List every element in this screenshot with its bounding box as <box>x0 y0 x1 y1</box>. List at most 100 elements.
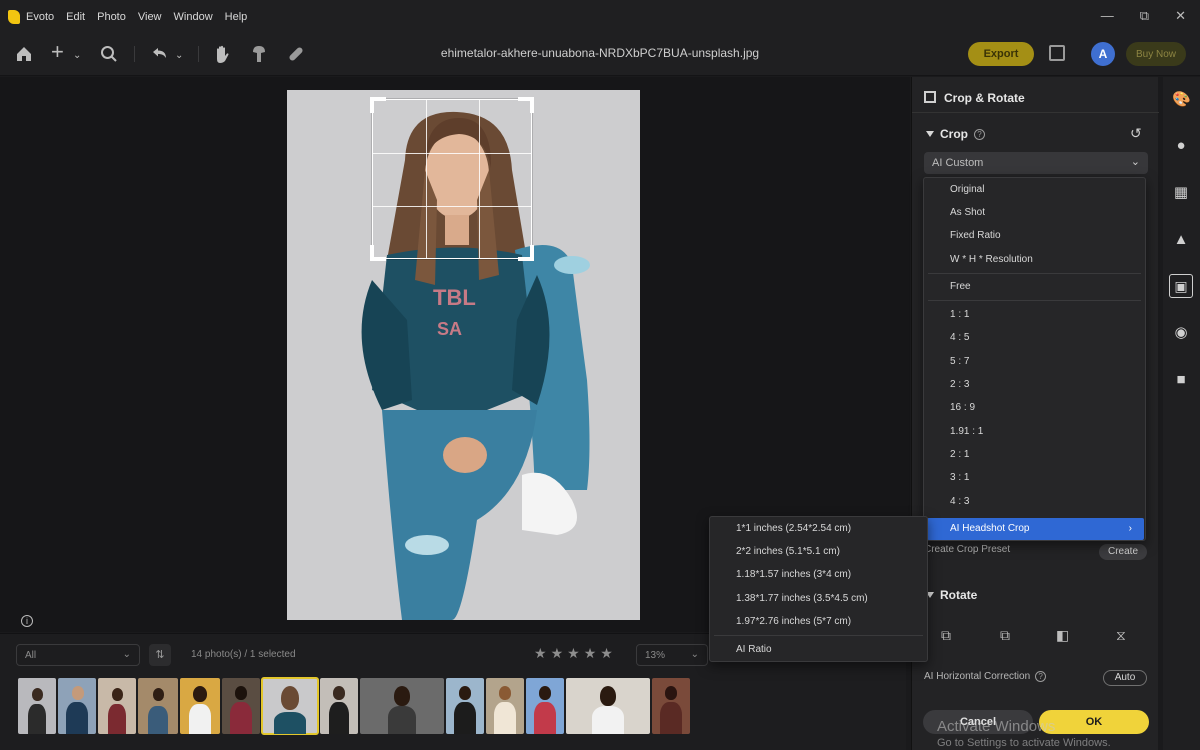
dropdown-item[interactable]: 1.91 : 1 <box>924 421 1145 443</box>
thumbnail[interactable] <box>320 678 358 734</box>
submenu-item[interactable]: AI Ratio <box>710 639 927 661</box>
restore-icon[interactable]: ⧉ <box>1140 8 1149 24</box>
submenu-separator <box>714 635 923 636</box>
face-icon[interactable]: ● <box>1172 137 1190 155</box>
menu-window[interactable]: Window <box>174 11 213 23</box>
export-button[interactable]: Export <box>968 42 1034 66</box>
star-icon[interactable]: ★ <box>584 645 597 662</box>
submenu-item[interactable]: 2*2 inches (5.1*5.1 cm) <box>710 541 927 563</box>
dropdown-item[interactable]: 4 : 5 <box>924 327 1145 349</box>
crop-handle-top-left[interactable] <box>370 97 386 113</box>
dropdown-item[interactable]: 1 : 1 <box>924 304 1145 326</box>
submenu-item[interactable]: 1.18*1.57 inches (3*4 cm) <box>710 564 927 586</box>
menu-app-name[interactable]: Evoto <box>26 11 54 23</box>
sort-button[interactable]: ⇅ <box>149 644 171 666</box>
help-icon[interactable]: ? <box>1035 671 1047 682</box>
thumbnail[interactable] <box>98 678 136 734</box>
menu-edit[interactable]: Edit <box>66 11 85 23</box>
dropdown-item[interactable]: 2 : 1 <box>924 444 1145 466</box>
dropdown-item-highlighted[interactable]: AI Headshot Crop › <box>927 518 1144 540</box>
dropdown-item[interactable]: Original <box>924 179 1145 201</box>
crop-box[interactable] <box>370 97 534 261</box>
submenu-item[interactable]: 1*1 inches (2.54*2.54 cm) <box>710 518 927 540</box>
toolbar-separator <box>198 46 199 62</box>
dropdown-item[interactable]: Free <box>924 276 1145 298</box>
auto-button[interactable]: Auto <box>1103 670 1147 686</box>
thumbnail[interactable] <box>138 678 178 734</box>
folder-icon[interactable]: ■ <box>1172 371 1190 389</box>
chevron-down-icon[interactable]: ⌄ <box>73 46 81 66</box>
star-icon[interactable]: ★ <box>567 645 580 662</box>
create-button[interactable]: Create <box>1099 544 1147 560</box>
thumbnail[interactable] <box>18 678 56 734</box>
camera-icon[interactable]: ◉ <box>1172 324 1190 342</box>
ok-button[interactable]: OK <box>1039 710 1149 734</box>
crop-preset-select[interactable]: AI Custom ⌄ <box>924 152 1148 174</box>
chevron-down-icon: ⌄ <box>1130 156 1140 168</box>
submenu-item[interactable]: 1.38*1.77 inches (3.5*4.5 cm) <box>710 588 927 610</box>
crop-icon <box>924 91 936 103</box>
dropdown-item[interactable]: 3 : 1 <box>924 467 1145 489</box>
flip-horizontal-icon[interactable]: ◧ <box>1056 627 1069 644</box>
dropdown-item[interactable]: W * H * Resolution <box>924 249 1145 271</box>
reset-icon[interactable]: ↺ <box>1130 125 1142 142</box>
thumbnail[interactable] <box>652 678 690 734</box>
hand-icon[interactable] <box>213 44 231 64</box>
menu-help[interactable]: Help <box>225 11 248 23</box>
cancel-button[interactable]: Cancel <box>923 710 1033 734</box>
crop-preset-value: AI Custom <box>932 157 984 169</box>
grid-icon[interactable]: ▦ <box>1172 184 1190 202</box>
zoom-select[interactable]: 13% ⌄ <box>636 644 708 666</box>
dropdown-item[interactable]: 5 : 7 <box>924 351 1145 373</box>
info-icon[interactable]: i <box>21 615 33 627</box>
panel-toggle-icon[interactable] <box>1049 45 1065 61</box>
help-icon[interactable]: ? <box>974 128 985 140</box>
add-icon[interactable]: + <box>51 41 64 63</box>
submenu-item[interactable]: 1.97*2.76 inches (5*7 cm) <box>710 611 927 633</box>
rotate-left-icon[interactable]: ⧉ <box>941 627 951 644</box>
crop-handle-top-right[interactable] <box>518 97 534 113</box>
filter-select[interactable]: All ⌄ <box>16 644 140 666</box>
crop-handle-bottom-left[interactable] <box>370 245 386 261</box>
bandage-icon[interactable] <box>287 45 305 63</box>
dropdown-item[interactable]: 2 : 3 <box>924 374 1145 396</box>
buy-now-button[interactable]: Buy Now <box>1126 42 1186 66</box>
dropdown-item[interactable]: As Shot <box>924 202 1145 224</box>
dropdown-item[interactable]: 4 : 3 <box>924 491 1145 513</box>
dropdown-item[interactable]: Fixed Ratio <box>924 225 1145 247</box>
crop-section-toggle[interactable]: Crop ? <box>926 127 985 141</box>
star-icon[interactable]: ★ <box>600 645 613 662</box>
close-icon[interactable]: ✕ <box>1175 8 1186 24</box>
thumbnail-selected[interactable] <box>261 677 319 735</box>
minimize-icon[interactable]: — <box>1101 8 1114 24</box>
home-icon[interactable] <box>15 45 33 63</box>
thumbnail[interactable] <box>180 678 220 734</box>
thumbnail[interactable] <box>526 678 564 734</box>
rotate-section-title: Rotate <box>940 588 978 602</box>
chevron-down-icon[interactable]: ⌄ <box>175 46 183 66</box>
crop-handle-bottom-right[interactable] <box>518 245 534 261</box>
rotate-section-toggle[interactable]: Rotate <box>926 588 977 602</box>
menu-view[interactable]: View <box>138 11 162 23</box>
flip-vertical-icon[interactable]: ⧖ <box>1116 627 1126 644</box>
thumbnail[interactable] <box>360 678 444 734</box>
rotate-right-icon[interactable]: ⧉ <box>1000 627 1010 644</box>
thumbnail[interactable] <box>58 678 96 734</box>
undo-icon[interactable] <box>150 45 168 63</box>
dropdown-item[interactable]: 16 : 9 <box>924 397 1145 419</box>
avatar[interactable]: A <box>1091 42 1115 66</box>
star-icon[interactable]: ★ <box>534 645 547 662</box>
menu-photo[interactable]: Photo <box>97 11 126 23</box>
search-icon[interactable] <box>100 45 118 63</box>
photo-count: 14 photo(s) / 1 selected <box>191 649 296 660</box>
crop-rotate-icon[interactable]: ▣ <box>1169 274 1193 298</box>
photo-preview[interactable]: TBL SA <box>287 90 640 620</box>
shirt-icon[interactable]: ▲ <box>1172 231 1190 249</box>
thumbnail[interactable] <box>222 678 260 734</box>
palette-icon[interactable]: 🎨 <box>1172 91 1191 109</box>
star-icon[interactable]: ★ <box>551 645 564 662</box>
brush-icon[interactable] <box>250 44 268 64</box>
thumbnail[interactable] <box>486 678 524 734</box>
thumbnail[interactable] <box>566 678 650 734</box>
thumbnail[interactable] <box>446 678 484 734</box>
